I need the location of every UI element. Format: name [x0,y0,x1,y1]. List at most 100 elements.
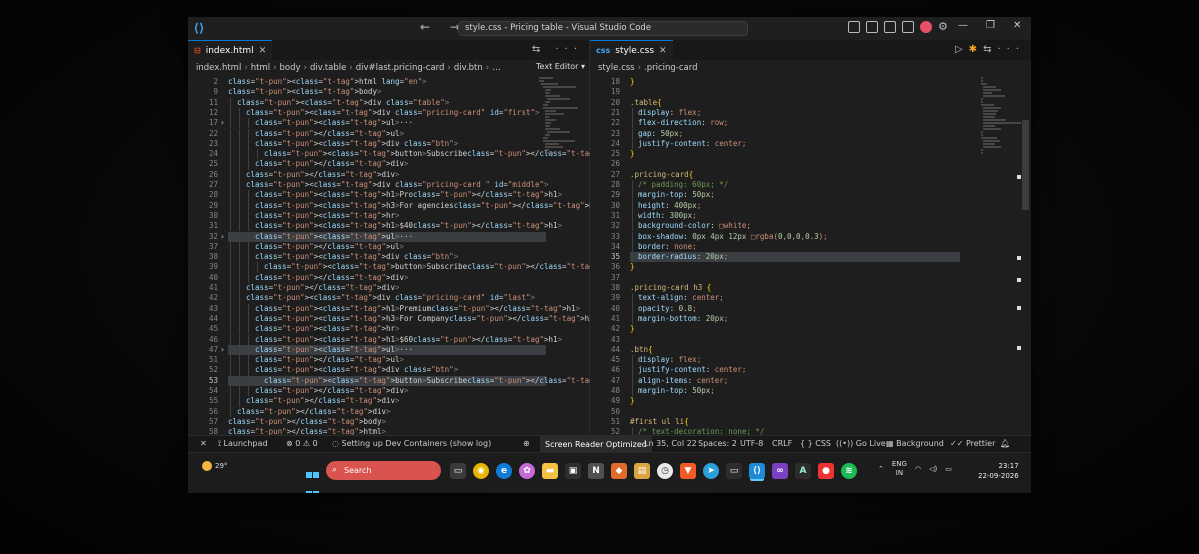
toggle-panel-icon[interactable] [884,21,896,33]
git-icon[interactable]: ◆ [611,463,627,479]
code-line[interactable]: 31 width: 300px; [590,210,1031,222]
code-line[interactable]: 44 .btn{ [590,345,1031,355]
code-line[interactable]: 24 class="t-pun"><class="t-tag">button>Su… [188,149,634,160]
command-center[interactable]: style.css - Pricing table - Visual Studi… [458,21,748,36]
code-line[interactable]: 53 class="t-pun"><class="t-tag">button>Su… [188,375,634,386]
copilot-icon[interactable]: ✿ [519,463,535,479]
minimize-button[interactable]: — [958,20,968,31]
vscode-icon[interactable]: ⟨⟩ [749,463,765,479]
code-line[interactable]: 38 .pricing-card h3 { [590,283,1031,293]
volume-icon[interactable]: ◁) [929,465,937,473]
more-actions-icon[interactable]: ··· [997,44,1025,55]
breadcrumb-item[interactable]: div#last.pricing-card [356,63,445,73]
split-editor-icon[interactable]: ⇆ ··· [532,44,583,55]
chevron-right-icon[interactable]: › [220,345,225,354]
code-editor-html[interactable]: 2 class="t-pun"><class="t-tag">html lang=… [188,77,634,436]
code-line[interactable]: 32 › class="t-pun"><class="t-tag">ul>··· [188,231,589,242]
breadcrumb-item[interactable]: div.table [310,63,346,73]
code-line[interactable]: 30 height: 400px; [590,200,1031,211]
code-line[interactable]: 24 justify-content: center; [590,138,1031,150]
code-line[interactable]: 32 background-color: □white; [590,221,1031,232]
code-line[interactable]: 27 .pricing-card{ [590,170,1031,180]
code-line[interactable]: 28 class="t-pun"><class="t-tag">h1>Procla… [188,190,589,201]
code-editor-css[interactable]: 18} 19 20 .table{21 display: flex; 22 flex-dir… [590,77,1031,438]
clock-app-icon[interactable]: ◷ [657,463,673,479]
screen-reader-mode[interactable]: Screen Reader Optimized [540,436,652,453]
code-line[interactable]: 50 [590,407,1031,417]
code-line[interactable]: 40 class="t-pun"></class="t-tag">div> [188,272,589,283]
code-line[interactable]: 36} [590,262,1031,272]
terminal-icon[interactable]: ▭ [726,463,742,479]
run-icon[interactable]: ▷ [955,44,969,55]
edge-icon[interactable]: e [496,463,512,479]
code-line[interactable]: 44 class="t-pun"><class="t-tag">h3>For Co… [188,313,598,325]
code-line[interactable]: 51 #first ul li{ [590,417,1031,427]
code-line[interactable]: 27 class="t-pun"><class="t-tag">div class… [188,180,589,191]
code-line[interactable]: 17 › class="t-pun"><class="t-tag">ul>··· [188,118,589,129]
code-line[interactable]: 34 border: none; [590,241,1031,253]
code-line[interactable]: 23 gap: 50px; [590,128,1031,139]
wifi-icon[interactable]: ◠ [915,465,921,473]
taskbar-search[interactable]: ⌕ Search [326,461,441,480]
code-line[interactable]: 47 › class="t-pun"><class="t-tag">ul>··· [188,344,589,356]
code-line[interactable]: 47 align-items: center; [590,375,1031,386]
code-line[interactable]: 30 class="t-pun"><class="t-tag">hr> [188,210,589,222]
chevron-up-icon[interactable]: ⌃ [878,465,884,473]
code-line[interactable]: 52 class="t-pun"><class="t-tag">div class… [188,365,589,376]
restore-button[interactable]: ❐ [986,20,995,31]
remote-indicator[interactable]: ✕ [200,439,207,448]
store-icon[interactable]: ▣ [565,463,581,479]
code-line[interactable]: 37 class="t-pun"></class="t-tag">ul> [188,241,589,253]
start-button[interactable] [306,464,320,493]
code-line[interactable]: 56 class="t-pun"></class="t-tag">div> [188,406,589,417]
split-editor-icon[interactable]: ⇆ [983,44,997,55]
code-line[interactable]: 45 display: flex; [590,355,1031,366]
code-line[interactable]: 41 class="t-pun"></class="t-tag">div> [188,283,589,294]
code-line[interactable]: 57 class="t-pun"></class="t-tag">body> [188,417,589,427]
customize-layout-icon[interactable] [848,21,860,33]
visual-studio-icon[interactable]: ∞ [772,463,788,479]
code-line[interactable]: 39 text-align: center; [590,293,1031,304]
code-line[interactable]: 12 class="t-pun"><class="t-tag">div class… [188,107,589,119]
eol[interactable]: CRLF [772,439,792,448]
notes-icon[interactable]: ▤ [634,463,650,479]
code-line[interactable]: 28 /* padding: 60px; */ [590,180,1031,191]
encoding[interactable]: UTF-8 [740,439,763,448]
code-line[interactable]: 21 display: flex; [590,107,1031,119]
cursor-position[interactable]: Ln 35, Col 22 [644,439,697,448]
text-editor-menu[interactable]: Text Editor ▾ [536,62,585,71]
gear-icon[interactable]: ⚙ [938,21,950,33]
tab-style-css[interactable]: css style.css ✕ [590,40,673,60]
code-line[interactable]: 43 [590,335,1031,345]
code-line[interactable]: 9 class="t-pun"><class="t-tag">body> [188,87,589,97]
tab-index-html[interactable]: ⊟ index.html ✕ [188,40,273,60]
code-line[interactable]: 51 class="t-pun"></class="t-tag">ul> [188,355,589,366]
taskbar-clock[interactable]: 23:17 22-09-2026 [978,461,1019,481]
code-line[interactable]: 31 class="t-pun"><class="t-tag">h1>$40cla… [188,221,589,232]
code-line[interactable]: 48 margin-top: 50px; [590,386,1031,397]
code-line[interactable]: 45 class="t-pun"><class="t-tag">hr> [188,324,589,335]
background-button[interactable]: ▦ Background [886,439,944,448]
code-line[interactable]: 29 margin-top: 50px; [590,190,1031,201]
code-line[interactable]: 38 class="t-pun"><class="t-tag">div class… [188,252,589,263]
toggle-secondary-sidebar-icon[interactable] [902,21,914,33]
prettier-button[interactable]: ✓✓ Prettier [950,439,995,448]
breadcrumb-item[interactable]: html [251,63,270,73]
code-line[interactable]: 55 class="t-pun"></class="t-tag">div> [188,396,589,407]
task-view-icon[interactable]: ▭ [450,463,466,479]
code-line[interactable]: 11 class="t-pun"><class="t-tag">div class… [188,97,589,108]
close-button[interactable]: ✕ [1013,20,1021,31]
code-line[interactable]: 35 border-radius: 20px; [590,252,1031,263]
launchpad-button[interactable]: ⟟ Launchpad [218,439,268,449]
breadcrumb-item[interactable]: … [492,63,501,73]
vertical-scrollbar[interactable] [1022,120,1029,210]
code-line[interactable]: 29 class="t-pun"><class="t-tag">h3>For ag… [188,200,603,211]
code-line[interactable]: 42 class="t-pun"><class="t-tag">div class… [188,293,589,304]
toggle-sidebar-icon[interactable] [866,21,878,33]
chevron-right-icon[interactable]: › [220,232,225,241]
code-line[interactable]: 42} [590,324,1031,334]
code-line[interactable]: 43 class="t-pun"><class="t-tag">h1>Premiu… [188,303,589,314]
battery-icon[interactable]: ▭ [945,465,952,473]
weather-widget[interactable]: 29° [202,461,227,471]
code-line[interactable]: 46 justify-content: center; [590,365,1031,376]
